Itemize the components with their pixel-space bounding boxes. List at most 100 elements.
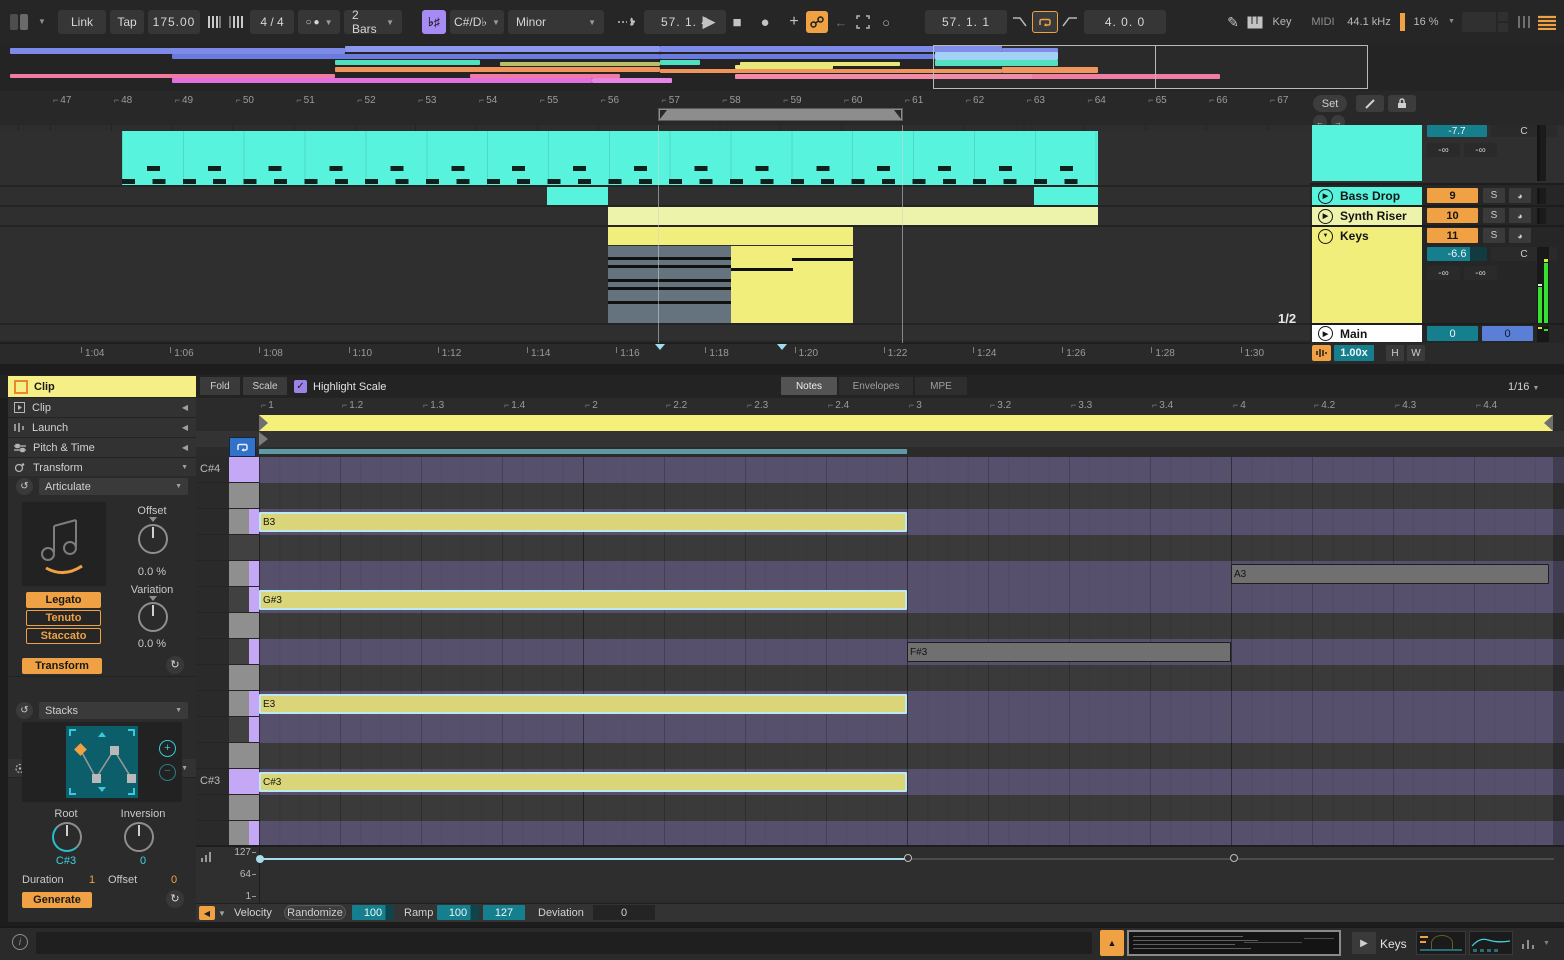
generate-apply-button[interactable]: Generate xyxy=(22,892,92,908)
tab-mpe[interactable]: MPE xyxy=(915,377,967,395)
width-zoom-button[interactable]: W xyxy=(1407,345,1425,361)
clip-ruler-label[interactable]: 1.2 xyxy=(342,400,363,411)
highlight-scale-checkbox[interactable]: ✓ xyxy=(294,380,307,393)
loop-start-field[interactable]: 57. 1. 1 xyxy=(925,10,1007,34)
midi-note[interactable]: A3 xyxy=(1231,564,1549,584)
clip-ruler-label[interactable]: 1.4 xyxy=(504,400,525,411)
status-meter-caret[interactable]: ▼ xyxy=(1543,940,1550,947)
record-button[interactable]: ● xyxy=(752,10,778,34)
clip-ruler-label[interactable]: 4 xyxy=(1233,400,1246,411)
clip-keys-body[interactable] xyxy=(731,246,853,323)
device-overview-scroller[interactable] xyxy=(1127,930,1341,956)
track-header-main[interactable]: ▶ Main 0 0 xyxy=(1310,325,1564,343)
scale-mode-button[interactable]: Scale xyxy=(243,377,287,395)
nudge-down-icon[interactable] xyxy=(204,10,224,34)
velocity-lane[interactable]: 127 64 1 xyxy=(196,845,1564,901)
keys-selected-region[interactable] xyxy=(608,246,731,323)
clip-bass-drop-2[interactable] xyxy=(1034,187,1098,205)
punch-in-icon[interactable] xyxy=(1010,10,1030,34)
bar-number[interactable]: 66 xyxy=(1209,95,1227,106)
velocity-handle-start[interactable] xyxy=(256,855,264,863)
add-track-icon[interactable]: + xyxy=(784,10,804,34)
midi-note[interactable]: C#3 xyxy=(259,772,907,792)
clip-ruler-label[interactable]: 2.4 xyxy=(828,400,849,411)
bar-number[interactable]: 61 xyxy=(905,95,923,106)
generate-reapply-icon[interactable]: ↻ xyxy=(166,890,184,908)
lane-bass-drop[interactable] xyxy=(0,187,1310,207)
track1-pan-field[interactable]: C xyxy=(1491,125,1557,137)
clip-loop-toggle[interactable] xyxy=(229,437,256,457)
lane-main[interactable] xyxy=(0,325,1310,343)
velocity-ramp-line-selected[interactable] xyxy=(260,858,907,860)
set-locator-button[interactable]: Set xyxy=(1313,95,1347,112)
bar-number[interactable]: 62 xyxy=(966,95,984,106)
window-control-icon[interactable] xyxy=(10,14,32,30)
bar-number[interactable]: 64 xyxy=(1087,95,1105,106)
bar-number[interactable]: 65 xyxy=(1148,95,1166,106)
synth-riser-activator[interactable]: 10 xyxy=(1427,208,1478,223)
clip-ruler-label[interactable]: 3.2 xyxy=(990,400,1011,411)
info-icon[interactable]: i xyxy=(12,934,28,950)
track-header-bass-drop[interactable]: ▶ Bass Drop 9 S ◕ xyxy=(1310,187,1564,207)
stack-offset-value[interactable]: 0 xyxy=(166,874,182,886)
ramp-to-field[interactable]: 127 xyxy=(483,905,525,920)
midi-note[interactable]: E3 xyxy=(259,694,907,714)
clip-bass-drop-1[interactable] xyxy=(547,187,608,205)
clip-ruler-label[interactable]: 3.3 xyxy=(1071,400,1092,411)
root-knob[interactable] xyxy=(52,822,82,852)
tempo-field[interactable]: 175.00 xyxy=(148,10,200,34)
clip-ruler-label[interactable]: 2 xyxy=(585,400,598,411)
track-header-synth-riser[interactable]: ▶ Synth Riser 10 S ◕ xyxy=(1310,207,1564,227)
track1-volume-field[interactable]: -7.7 xyxy=(1427,125,1487,137)
key-signature-button[interactable]: ♭♯ xyxy=(422,10,446,34)
inversion-value[interactable]: 0 xyxy=(108,855,178,867)
metronome-button[interactable]: ○●▼ xyxy=(298,10,340,34)
arrangement-overview[interactable] xyxy=(0,44,1564,92)
tap-tempo-button[interactable]: Tap xyxy=(110,10,144,34)
grid-setting[interactable]: 1/16 ▼ xyxy=(1508,381,1539,393)
track-header-keys[interactable]: ▼ Keys 11 S ◕ -6.6 C -∞ -∞ xyxy=(1310,227,1564,325)
bar-number[interactable]: 59 xyxy=(783,95,801,106)
status-play-icon[interactable]: ▶ xyxy=(1352,932,1376,954)
lane-keys[interactable] xyxy=(0,227,1310,325)
draw-mode-icon[interactable] xyxy=(852,10,874,34)
clip-synth-riser[interactable] xyxy=(608,207,1098,225)
clip-ruler-label[interactable]: 4.3 xyxy=(1395,400,1416,411)
midi-note[interactable]: B3 xyxy=(259,512,907,532)
locator-pencil-button[interactable] xyxy=(1356,95,1384,112)
deviation-field[interactable]: 0 xyxy=(593,905,655,920)
bar-number[interactable]: 53 xyxy=(418,95,436,106)
clip-ruler-label[interactable]: 3.4 xyxy=(1152,400,1173,411)
generate-refresh-icon[interactable]: ↺ xyxy=(16,702,33,719)
keys-volume-field[interactable]: -6.6 xyxy=(1427,247,1487,261)
variation-knob[interactable] xyxy=(138,602,168,632)
section-clip[interactable]: Clip◀ xyxy=(8,398,196,418)
section-transform[interactable]: Transform▼ xyxy=(8,458,196,478)
bar-number[interactable]: 54 xyxy=(479,95,497,106)
clip-keys-header[interactable] xyxy=(608,227,853,245)
overview-viewport[interactable] xyxy=(933,45,1368,89)
transform-tool-select[interactable]: Articulate▼ xyxy=(39,478,188,495)
highlight-scale-label[interactable]: Highlight Scale xyxy=(313,381,386,393)
bass-drop-activator[interactable]: 9 xyxy=(1427,188,1478,203)
duration-value[interactable]: 1 xyxy=(84,874,100,886)
tab-envelopes[interactable]: Envelopes xyxy=(839,377,913,395)
bar-number[interactable]: 57 xyxy=(662,95,680,106)
synth-riser-arm[interactable]: ◕ xyxy=(1509,208,1531,223)
keys-activator[interactable]: 11 xyxy=(1427,228,1478,243)
follow-button[interactable] xyxy=(614,10,638,34)
lane-add-caret[interactable]: ▼ xyxy=(218,909,226,918)
main-pan-field[interactable]: 0 xyxy=(1482,326,1533,341)
track1-send-a[interactable]: -∞ xyxy=(1427,143,1460,157)
device-thumbnail-1[interactable] xyxy=(1416,931,1466,955)
clip-ruler-label[interactable]: 4.4 xyxy=(1476,400,1497,411)
clip-ruler-label[interactable]: 3 xyxy=(909,400,922,411)
groove-amount-menu[interactable]: 2 Bars▼ xyxy=(344,10,402,34)
clip-ruler-label[interactable]: 4.2 xyxy=(1314,400,1335,411)
key-map-button[interactable]: Key xyxy=(1266,10,1298,34)
bar-number[interactable]: 50 xyxy=(236,95,254,106)
main-volume-field[interactable]: 0 xyxy=(1427,326,1478,341)
stop-button[interactable]: ■ xyxy=(724,10,750,34)
bar-number[interactable]: 48 xyxy=(114,95,132,106)
staccato-button[interactable]: Staccato xyxy=(26,628,101,644)
